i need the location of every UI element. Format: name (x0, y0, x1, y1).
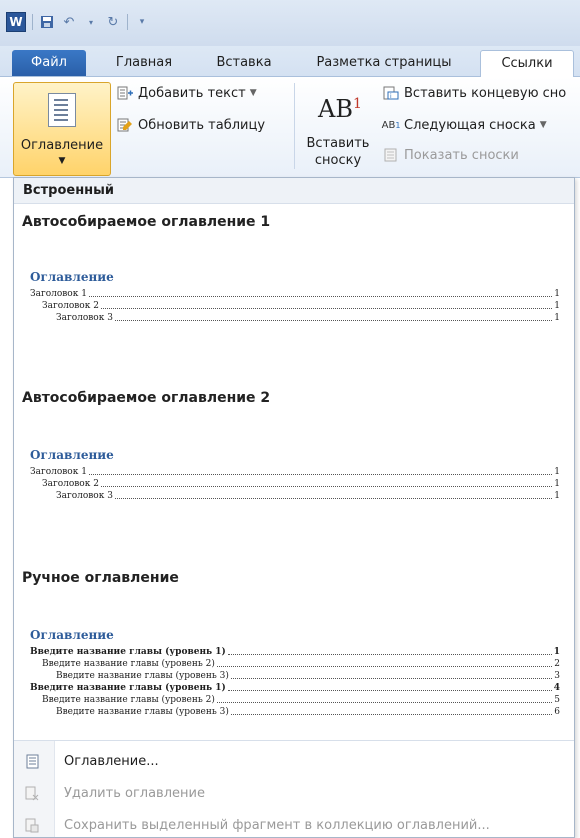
chevron-down-icon: ▼ (249, 88, 257, 98)
update-table-button[interactable]: Обновить таблицу (116, 117, 265, 133)
toc-line: Введите название главы (уровень 2) 2 (42, 659, 560, 669)
toc-line: Введите название главы (уровень 3) 6 (56, 707, 560, 717)
chevron-down-icon: ▼ (58, 156, 66, 166)
add-text-label: Добавить текст (138, 85, 246, 101)
save-icon[interactable] (39, 14, 55, 30)
toc-line: Введите название главы (уровень 1) 1 (30, 647, 560, 657)
show-notes-label: Показать сноски (404, 147, 519, 163)
toc-line: Заголовок 31 (56, 491, 560, 501)
toc-line: Заголовок 21 (42, 479, 560, 489)
update-table-icon (116, 117, 134, 133)
toc-line: Заголовок 31 (56, 313, 560, 323)
remove-toc-icon (14, 786, 50, 801)
preview-title: Оглавление (30, 270, 114, 284)
undo-dropdown-icon[interactable]: ▾ (83, 14, 99, 30)
section-header-builtin: Встроенный (14, 178, 574, 204)
toc-document-icon (48, 93, 76, 127)
gallery-item-auto-toc-1[interactable]: Оглавление Заголовок 11 Заголовок 21 Заг… (30, 270, 560, 324)
menu-item-label: Сохранить выделенный фрагмент в коллекци… (64, 817, 490, 833)
redo-icon[interactable]: ↻ (105, 14, 121, 30)
document-icon (14, 754, 50, 769)
toc-button-label: Оглавление (20, 138, 104, 153)
save-to-gallery-icon (14, 818, 50, 833)
next-footnote-label: Следующая сноска (404, 117, 536, 133)
customize-icon[interactable]: ▾ (134, 14, 150, 30)
menu-item-toc-settings[interactable]: Оглавление... (14, 748, 574, 774)
gallery-item-auto-toc-2[interactable]: Оглавление Заголовок 11 Заголовок 21 Заг… (30, 448, 560, 502)
menu-divider (14, 740, 574, 741)
toc-line: Заголовок 11 (30, 289, 560, 299)
toc-line: Заголовок 11 (30, 467, 560, 477)
ribbon-tabs: Файл Главная Вставка Разметка страницы С… (0, 46, 580, 78)
update-table-label: Обновить таблицу (138, 117, 266, 133)
insert-endnote-label: Вставить концевую сно (404, 85, 567, 101)
gallery-item-manual-toc[interactable]: Оглавление Введите название главы (урове… (30, 628, 560, 732)
menu-item-remove-toc[interactable]: Удалить оглавление (14, 780, 574, 806)
next-footnote-icon: AB 1 (381, 119, 401, 131)
ribbon: Оглавление ▼ Добавить текст ▼ Обновить т… (0, 77, 580, 178)
tab-page-layout[interactable]: Разметка страницы (304, 50, 464, 76)
tab-file[interactable]: Файл (12, 50, 86, 76)
toc-line: Введите название главы (уровень 3) 3 (56, 671, 560, 681)
insert-endnote-button[interactable]: i Вставить концевую сно (382, 85, 566, 101)
toc-dropdown-menu: Встроенный Автособираемое оглавление 1 О… (13, 177, 575, 838)
next-footnote-button[interactable]: AB 1 Следующая сноска ▼ (382, 117, 547, 133)
add-text-button[interactable]: Добавить текст ▼ (116, 85, 257, 101)
toc-line: Введите название главы (уровень 1) 4 (30, 683, 560, 693)
preview-title: Оглавление (30, 628, 114, 642)
show-notes-button[interactable]: Показать сноски (382, 147, 519, 163)
toc-line: Заголовок 21 (42, 301, 560, 311)
title-bar: W ↶ ▾ ↻ ▾ (0, 0, 580, 46)
show-notes-icon (382, 147, 400, 163)
quick-access-toolbar: W ↶ ▾ ↻ ▾ (6, 12, 150, 32)
word-logo[interactable]: W (6, 12, 26, 32)
menu-item-save-selection[interactable]: Сохранить выделенный фрагмент в коллекци… (14, 812, 574, 838)
tab-insert[interactable]: Вставка (204, 50, 284, 76)
insert-endnote-icon: i (382, 85, 400, 101)
gallery-item-auto-toc-2-title: Автособираемое оглавление 2 (22, 390, 271, 406)
qa-separator (32, 14, 33, 30)
insert-footnote-icon: AB1 (318, 95, 362, 123)
menu-item-label: Оглавление... (64, 753, 159, 769)
group-separator (294, 83, 295, 169)
tab-home[interactable]: Главная (108, 50, 180, 76)
add-text-icon (116, 85, 134, 101)
toc-line: Введите название главы (уровень 2) 5 (42, 695, 560, 705)
qa-separator (127, 14, 128, 30)
undo-icon[interactable]: ↶ (61, 14, 77, 30)
menu-item-label: Удалить оглавление (64, 785, 205, 801)
chevron-down-icon: ▼ (539, 120, 547, 130)
gallery-item-manual-toc-title: Ручное оглавление (22, 570, 179, 586)
insert-footnote-button[interactable]: Вставить сноску (302, 135, 374, 169)
gallery-item-auto-toc-1-title: Автособираемое оглавление 1 (22, 214, 271, 230)
tab-references[interactable]: Ссылки (480, 50, 574, 78)
preview-title: Оглавление (30, 448, 114, 462)
toc-button[interactable]: Оглавление ▼ (13, 82, 111, 176)
